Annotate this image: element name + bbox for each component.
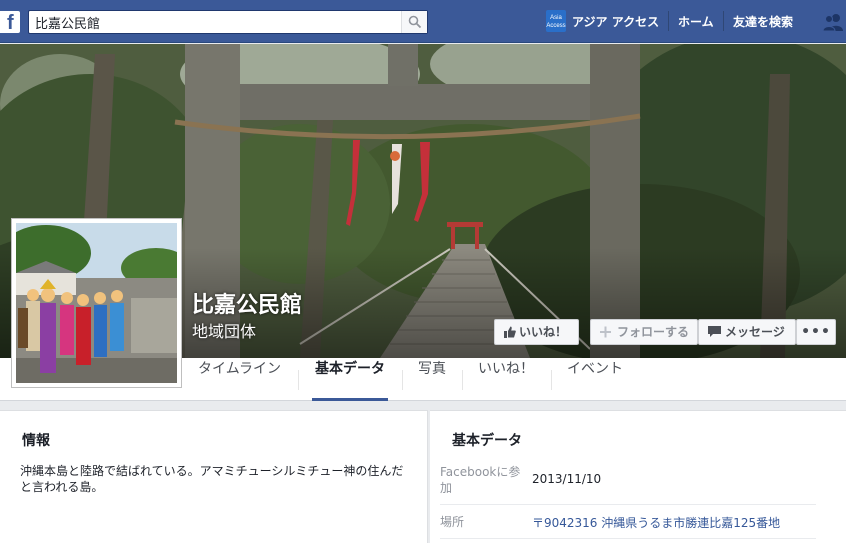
basic-data-heading: 基本データ: [452, 433, 522, 449]
tab-timeline[interactable]: タイムライン: [198, 358, 281, 401]
like-button[interactable]: いいね！: [494, 319, 579, 345]
follow-button[interactable]: フォローする: [590, 319, 698, 345]
thumbs-up-icon: [504, 326, 516, 338]
facebook-logo[interactable]: f: [0, 11, 20, 34]
search-icon: [408, 15, 422, 29]
nav-home-link[interactable]: ホーム: [678, 13, 714, 30]
friend-requests-icon[interactable]: [822, 12, 844, 32]
profile-picture-image: [16, 223, 177, 383]
tab-divider: [551, 370, 552, 390]
user-avatar[interactable]: Asia Access: [546, 10, 566, 32]
search-input[interactable]: [29, 11, 399, 33]
info-panel: 情報 沖縄本島と陸路で結ばれている。アマミチューシルミチュー神の住んだと言われる…: [0, 410, 428, 543]
tab-photos[interactable]: 写真: [418, 358, 446, 401]
profile-scene-image: [16, 223, 177, 383]
like-button-label: いいね！: [519, 325, 568, 339]
tab-divider: [298, 370, 299, 390]
plus-icon: [600, 326, 611, 338]
nav-user-name[interactable]: アジア アクセス: [572, 13, 659, 30]
nav-divider: [723, 11, 724, 31]
page-category[interactable]: 地域団体: [192, 318, 256, 342]
message-icon: [708, 326, 721, 337]
info-description: 沖縄本島と陸路で結ばれている。アマミチューシルミチュー神の住んだと言われる島。: [20, 464, 404, 494]
nav-divider: [668, 11, 669, 31]
location-value-link[interactable]: 〒9042316 沖縄県うるま市勝連比嘉125番地: [532, 514, 780, 531]
joined-facebook-value: 2013/11/10: [532, 472, 602, 486]
search-button[interactable]: [401, 11, 427, 33]
info-heading: 情報: [22, 433, 50, 449]
search-box: [28, 10, 428, 34]
tab-divider: [402, 370, 403, 390]
message-button[interactable]: メッセージ: [698, 319, 796, 345]
nav-find-friends-link[interactable]: 友達を検索: [733, 13, 793, 30]
tab-about[interactable]: 基本データ: [312, 358, 388, 401]
more-options-button[interactable]: •••: [796, 319, 836, 345]
basic-data-panel: 基本データ Facebookに参加 2013/11/10 場所 〒9042316…: [430, 410, 846, 543]
tab-divider: [462, 370, 463, 390]
location-label: 場所: [440, 515, 465, 529]
tab-events[interactable]: イベント: [567, 358, 623, 401]
fact-divider: [440, 538, 816, 539]
profile-picture[interactable]: [11, 218, 182, 388]
joined-facebook-label: Facebookに参加: [440, 465, 521, 495]
message-button-label: メッセージ: [725, 325, 785, 339]
page-title: 比嘉公民館: [192, 293, 303, 318]
tab-likes[interactable]: いいね！: [478, 358, 534, 401]
follow-button-label: フォローする: [617, 325, 690, 339]
top-navigation-bar: f Asia Access アジア アクセス ホーム 友達を検索: [0, 0, 846, 43]
fact-divider: [440, 504, 816, 505]
facebook-logo-letter: f: [7, 12, 14, 34]
